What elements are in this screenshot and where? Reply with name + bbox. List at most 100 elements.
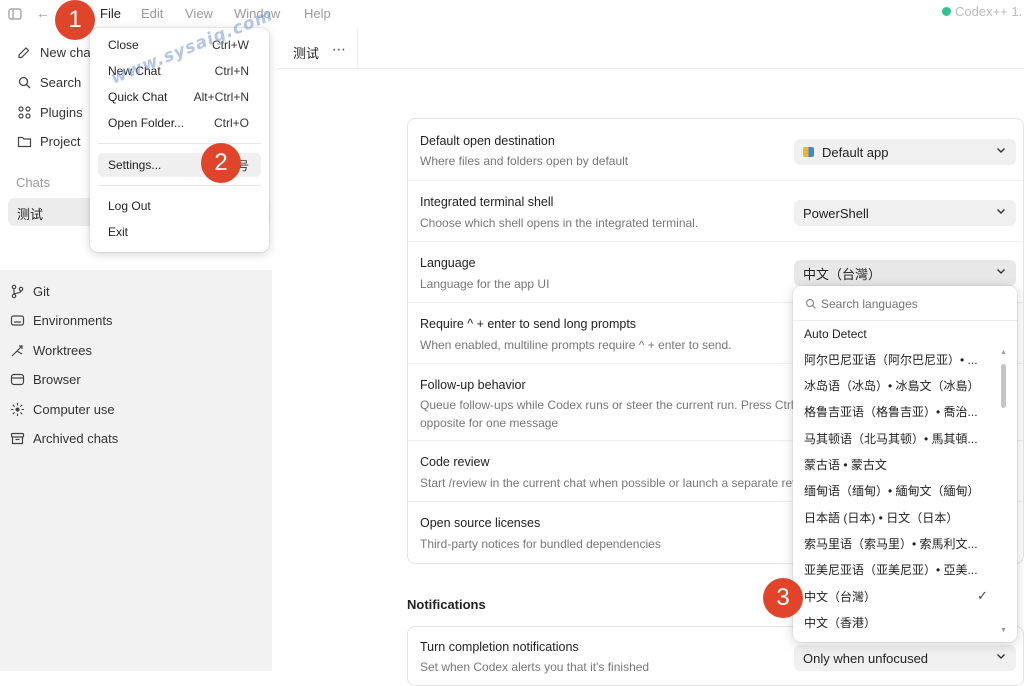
- setting-title: Require ^ + enter to send long prompts: [420, 317, 637, 331]
- search-divider: [793, 320, 1017, 321]
- menu-item-label: Quick Chat: [108, 90, 168, 104]
- app-logo-icon: [803, 147, 814, 157]
- shell-select[interactable]: PowerShell: [794, 200, 1016, 226]
- language-option[interactable]: 中文（香港）: [804, 614, 994, 632]
- select-value: 中文（台灣）: [803, 266, 882, 282]
- setting-title: Integrated terminal shell: [420, 195, 554, 209]
- setting-default-open-destination: Default open destination Where files and…: [408, 119, 1024, 181]
- setting-title: Language: [420, 256, 476, 270]
- menu-item-log-out[interactable]: Log Out: [98, 194, 261, 218]
- sidebar-item-git[interactable]: Git: [10, 279, 50, 303]
- step-badge-1: 1: [55, 0, 95, 40]
- computer-use-icon: [11, 402, 24, 416]
- git-icon: [11, 284, 24, 298]
- chevron-down-icon: [997, 209, 1005, 214]
- setting-desc: Choose which shell opens in the integrat…: [420, 216, 699, 230]
- more-icon[interactable]: ⋯: [332, 41, 346, 58]
- sidebar-item-label: Computer use: [33, 401, 115, 417]
- tab-active[interactable]: 测试 ⋯: [278, 28, 358, 69]
- sidebar-item-label: Archived chats: [33, 430, 119, 446]
- language-select[interactable]: 中文（台灣）: [794, 260, 1016, 286]
- menu-separator: [98, 185, 261, 186]
- step-badge-2: 2: [201, 143, 241, 183]
- search-icon: [18, 76, 31, 88]
- language-option[interactable]: 日本語 (日本) • 日文（日本）: [804, 509, 994, 527]
- menu-shortcut: Ctrl+N: [214, 64, 249, 78]
- scrollbar-thumb[interactable]: [1001, 364, 1006, 408]
- language-option[interactable]: 冰岛语（冰岛）• 冰島文（冰島）: [804, 377, 994, 395]
- setting-terminal-shell: Integrated terminal shell Choose which s…: [408, 181, 1024, 242]
- menu-help[interactable]: Help: [304, 6, 331, 21]
- notifications-heading: Notifications: [407, 597, 486, 612]
- search-icon: [805, 298, 816, 309]
- sidebar-item-computer-use[interactable]: Computer use: [10, 397, 115, 421]
- chevron-down-icon: [997, 654, 1005, 659]
- setting-title: Default open destination: [420, 134, 555, 148]
- project-icon: [17, 136, 32, 147]
- setting-title: Code review: [420, 455, 490, 469]
- default-app-select[interactable]: Default app: [794, 139, 1016, 165]
- chevron-down-icon: [997, 269, 1005, 274]
- sidebar-item-label: Browser: [33, 371, 81, 387]
- tab-header: 测试 ⋯: [278, 28, 1024, 69]
- setting-desc: Queue follow-ups while Codex runs or ste…: [420, 398, 800, 412]
- language-option[interactable]: Auto Detect: [804, 325, 994, 343]
- setting-desc: When enabled, multiline prompts require …: [420, 338, 732, 352]
- select-value: Default app: [822, 144, 889, 160]
- menu-separator: [98, 143, 261, 144]
- menu-item-label: Log Out: [108, 199, 151, 213]
- sidebar-item-archived-chats[interactable]: Archived chats: [10, 426, 118, 450]
- sidebar-item-new-chat[interactable]: New chat: [17, 39, 94, 65]
- menu-item-quick-chat[interactable]: Quick Chat Alt+Ctrl+N: [98, 85, 261, 109]
- language-option[interactable]: 亚美尼亚语（亚美尼亚）• 亞美...: [804, 561, 994, 579]
- setting-title: Follow-up behavior: [420, 378, 526, 392]
- language-option[interactable]: 蒙古语 • 蒙古文: [804, 456, 994, 474]
- menu-shortcut: Alt+Ctrl+N: [193, 90, 249, 104]
- environments-icon: [10, 314, 25, 326]
- sidebar-item-label: Worktrees: [33, 342, 92, 358]
- setting-desc: Start /review in the current chat when p…: [420, 476, 799, 490]
- language-option[interactable]: 马其顿语（北马其顿）• 馬其頓...: [804, 430, 994, 448]
- setting-desc: Where files and folders open by default: [420, 154, 629, 168]
- sidebar-lower: Git Environments Worktrees Browser Compu…: [0, 270, 272, 671]
- language-option[interactable]: 阿尔巴尼亚语（阿尔巴尼亚）• ...: [804, 351, 994, 369]
- sidebar-item-environments[interactable]: Environments: [10, 308, 112, 332]
- sidebar-toggle-icon[interactable]: [8, 7, 22, 24]
- menu-item-label: Open Folder...: [108, 116, 185, 130]
- language-search-input[interactable]: [821, 295, 1001, 313]
- menu-item-label: Exit: [108, 225, 129, 239]
- language-option-selected[interactable]: 中文（台灣）: [804, 588, 994, 606]
- sidebar-item-plugins[interactable]: Plugins: [17, 99, 83, 125]
- menu-view[interactable]: View: [185, 6, 213, 21]
- menu-edit[interactable]: Edit: [141, 6, 163, 21]
- menu-file[interactable]: File: [100, 6, 121, 21]
- worktrees-icon: [11, 344, 23, 356]
- status-dot-icon: [942, 7, 951, 16]
- sidebar-item-browser[interactable]: Browser: [10, 367, 81, 391]
- sidebar-item-worktrees[interactable]: Worktrees: [10, 338, 92, 362]
- tab-title: 测试: [293, 46, 320, 61]
- setting-title: Open source licenses: [420, 516, 541, 530]
- menu-item-open-folder[interactable]: Open Folder... Ctrl+O: [98, 111, 261, 135]
- back-arrow-icon[interactable]: ←: [36, 5, 50, 21]
- select-value: Only when unfocused: [803, 650, 929, 666]
- sidebar-item-label: Plugins: [40, 104, 83, 120]
- sidebar-item-label: Project: [40, 133, 81, 149]
- browser-icon: [10, 373, 25, 385]
- check-icon: ✓: [977, 588, 988, 603]
- sidebar-item-project[interactable]: Project: [17, 128, 80, 154]
- setting-desc: Third-party notices for bundled dependen…: [420, 537, 661, 551]
- chevron-down-icon: [997, 148, 1005, 153]
- menu-item-exit[interactable]: Exit: [98, 220, 261, 244]
- compose-icon: [18, 46, 30, 58]
- chats-heading: Chats: [16, 175, 50, 190]
- scroll-up-icon[interactable]: ▲: [1000, 349, 1007, 356]
- sidebar-item-label: Search: [40, 74, 82, 90]
- language-option[interactable]: 缅甸语（缅甸）• 緬甸文（緬甸）: [804, 482, 994, 500]
- notification-select[interactable]: Only when unfocused: [794, 645, 1016, 671]
- language-option[interactable]: 格鲁吉亚语（格鲁吉亚）• 喬治...: [804, 403, 994, 421]
- language-dropdown: Auto Detect 阿尔巴尼亚语（阿尔巴尼亚）• ... 冰岛语（冰岛）• …: [793, 286, 1017, 642]
- language-option[interactable]: 索马里语（索马里）• 索馬利文...: [804, 535, 994, 553]
- sidebar-item-search[interactable]: Search: [17, 69, 81, 95]
- scroll-down-icon[interactable]: ▼: [1000, 627, 1007, 634]
